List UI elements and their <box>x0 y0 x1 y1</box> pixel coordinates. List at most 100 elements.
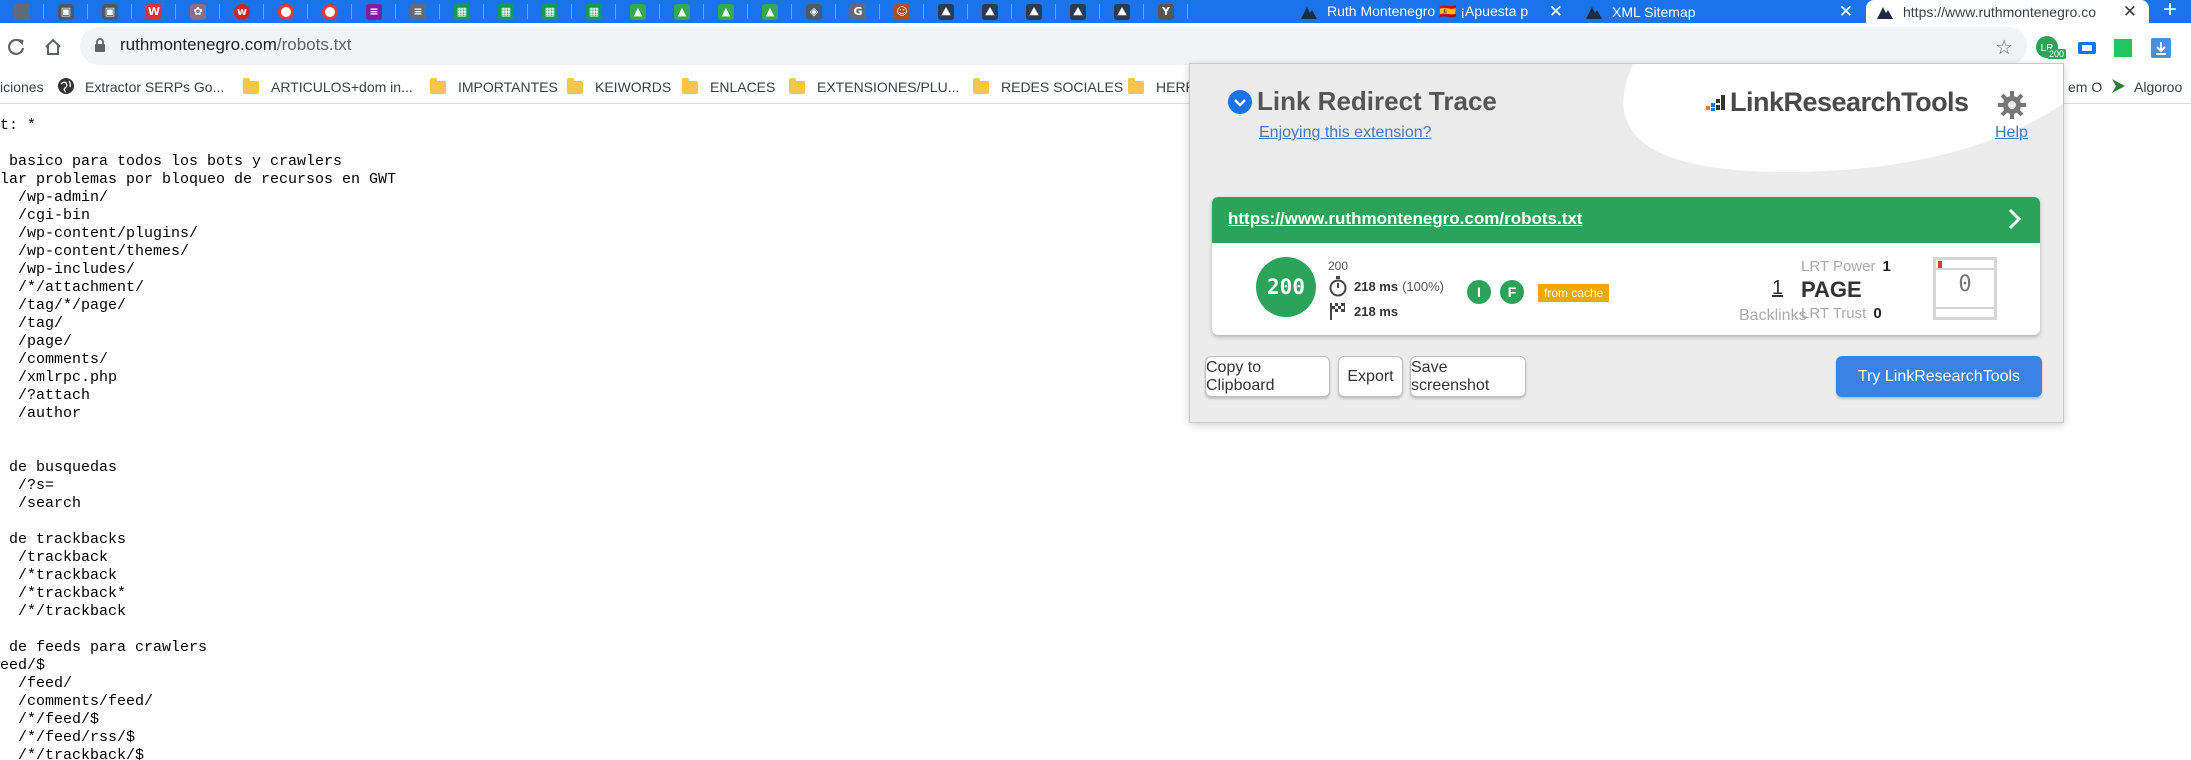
pinned-tab[interactable]: Y <box>1144 0 1188 23</box>
link-redirect-trace-extension-icon[interactable]: LR 200 <box>2035 35 2067 61</box>
robots-line: /*trackback* <box>0 585 127 602</box>
pinned-tab[interactable]: G <box>836 0 880 23</box>
lrt-icon <box>1300 3 1318 21</box>
bookmark-star-icon[interactable]: ☆ <box>1995 35 2013 60</box>
info-f-badge[interactable]: F <box>1500 280 1524 304</box>
bookmark-item[interactable]: em O <box>2068 76 2102 98</box>
robots-line: /trackback <box>0 549 109 566</box>
redirect-result-card: https://www.ruthmontenegro.com/robots.tx… <box>1212 197 2040 335</box>
pinned-tab[interactable]: ▲ <box>748 0 792 23</box>
pinned-tab[interactable]: ▣ <box>44 0 88 23</box>
copy-to-clipboard-button[interactable]: Copy to Clipboard <box>1205 356 1330 397</box>
result-url-bar[interactable]: https://www.ruthmontenegro.com/robots.tx… <box>1212 197 2040 243</box>
robots-line: /?s= <box>0 477 55 494</box>
circle-icon <box>278 3 294 20</box>
pinned-tab[interactable]: ⛰ <box>1100 0 1144 23</box>
bookmark-item[interactable]: Extractor SERPs Go... <box>57 76 224 98</box>
try-linkresearchtools-button[interactable]: Try LinkResearchTools <box>1836 356 2042 397</box>
help-link[interactable]: Help <box>1995 124 2028 142</box>
pinned-tab[interactable]: ▦ <box>528 0 572 23</box>
status-code-badge: 200 <box>1256 257 1316 317</box>
page-icon <box>14 3 30 20</box>
pinned-tab[interactable]: ▲ <box>704 0 748 23</box>
lrt-trust-bar <box>1936 307 1994 317</box>
pinned-tab[interactable]: w <box>220 0 264 23</box>
chevron-right-icon[interactable] <box>2006 207 2024 236</box>
tab-robots-active[interactable]: https://www.ruthmontenegro.co ✕ <box>1866 0 2149 23</box>
download-extension-icon[interactable] <box>2148 35 2174 61</box>
robots-line <box>0 135 396 153</box>
bookmark-folder[interactable]: HERR <box>1128 76 1196 98</box>
gear-icon[interactable] <box>1997 90 2027 125</box>
pinned-tab[interactable]: ≡ <box>352 0 396 23</box>
pinned-tab[interactable]: ☺ <box>880 0 924 23</box>
page-label: PAGE <box>1801 277 1862 302</box>
pinned-tab[interactable]: ▲ <box>616 0 660 23</box>
pinned-tab[interactable]: ⛰ <box>968 0 1012 23</box>
bookmark-folder[interactable]: IMPORTANTES <box>430 76 558 98</box>
lrt-icon: ⛰ <box>1026 3 1042 20</box>
pinned-tab[interactable] <box>0 0 44 23</box>
export-button[interactable]: Export <box>1338 356 1403 397</box>
drive-icon: ▲ <box>674 3 690 20</box>
robots-line: lar problemas por bloqueo de recursos en… <box>0 171 397 188</box>
pinned-tab[interactable]: W <box>132 0 176 23</box>
info-i-badge[interactable]: I <box>1467 280 1491 304</box>
backlinks-count[interactable]: 1 <box>1772 277 1783 300</box>
enjoying-link[interactable]: Enjoying this extension? <box>1259 124 1432 142</box>
robots-line: /wp-content/themes/ <box>0 243 190 260</box>
lrt-power-bar-fill <box>1938 261 1942 268</box>
pinned-tab[interactable]: ▲ <box>660 0 704 23</box>
pinned-tab[interactable]: ▦ <box>572 0 616 23</box>
tag-extension-icon[interactable] <box>2074 35 2100 61</box>
pinned-tab[interactable]: ⛰ <box>924 0 968 23</box>
pinned-tab[interactable] <box>308 0 352 23</box>
lock-icon <box>94 38 106 58</box>
green-square-extension-icon[interactable] <box>2110 35 2136 61</box>
bookmark-folder[interactable]: KEIWORDS <box>567 76 671 98</box>
close-icon[interactable]: ✕ <box>2123 2 2137 22</box>
bookmark-folder[interactable]: EXTENSIONES/PLU... <box>789 76 959 98</box>
header-swoosh <box>1623 64 2063 173</box>
lrt-icon: ⛰ <box>982 3 998 20</box>
robots-line <box>0 513 396 531</box>
folder-icon <box>430 77 446 94</box>
popup-title: Link Redirect Trace <box>1257 86 1497 116</box>
robots-txt-text: t: * basico para todos los bots y crawle… <box>0 117 396 760</box>
tab-xml-sitemap[interactable]: XML Sitemap ✕ <box>1575 0 1865 23</box>
robots-line: /comments/feed/ <box>0 693 154 710</box>
page-icon: ≡ <box>410 3 426 20</box>
pinned-tab[interactable]: ▦ <box>484 0 528 23</box>
pinned-tab[interactable]: ◈ <box>792 0 836 23</box>
pinned-tab[interactable]: ⛰ <box>1012 0 1056 23</box>
robots-line: /wp-content/plugins/ <box>0 225 199 242</box>
new-tab-button[interactable]: + <box>2149 0 2191 23</box>
bookmark-folder[interactable]: ENLACES <box>682 76 775 98</box>
home-icon[interactable] <box>39 33 67 61</box>
result-url[interactable]: https://www.ruthmontenegro.com/robots.tx… <box>1228 209 1582 229</box>
robots-line: /xmlrpc.php <box>0 369 118 386</box>
robots-line: /?attach <box>0 387 91 404</box>
bookmark-item[interactable]: iciones <box>0 76 44 98</box>
address-bar[interactable]: ruthmontenegro.com/robots.txt ☆ <box>80 27 2027 65</box>
tab-ruth-montenegro[interactable]: Ruth Montenegro 🇪🇸 ¡Apuesta p ✕ <box>1290 0 1575 23</box>
pinned-tab[interactable] <box>264 0 308 23</box>
bookmark-item[interactable]: Algoroo <box>2110 76 2182 98</box>
bookmark-folder[interactable]: ARTICULOS+dom in... <box>243 76 413 98</box>
lrt-power: LRT Power 1 <box>1801 258 1891 275</box>
save-screenshot-button[interactable]: Save screenshot <box>1410 356 1526 397</box>
robots-line: /wp-includes/ <box>0 261 136 278</box>
folder-icon <box>682 77 698 94</box>
close-icon[interactable]: ✕ <box>1839 2 1853 22</box>
bookmark-folder[interactable]: REDES SOCIALES <box>973 76 1123 98</box>
pinned-tab[interactable]: ✿ <box>176 0 220 23</box>
reload-icon[interactable] <box>2 33 30 61</box>
pinned-tab[interactable]: ≡ <box>396 0 440 23</box>
from-cache-badge: from cache <box>1538 284 1610 302</box>
pinned-tab[interactable]: ▣ <box>88 0 132 23</box>
check-icon <box>1228 90 1252 114</box>
robots-line: /*/trackback <box>0 603 127 620</box>
pinned-tab[interactable]: ▦ <box>440 0 484 23</box>
close-icon[interactable]: ✕ <box>1549 2 1563 22</box>
pinned-tab[interactable]: ⛰ <box>1056 0 1100 23</box>
